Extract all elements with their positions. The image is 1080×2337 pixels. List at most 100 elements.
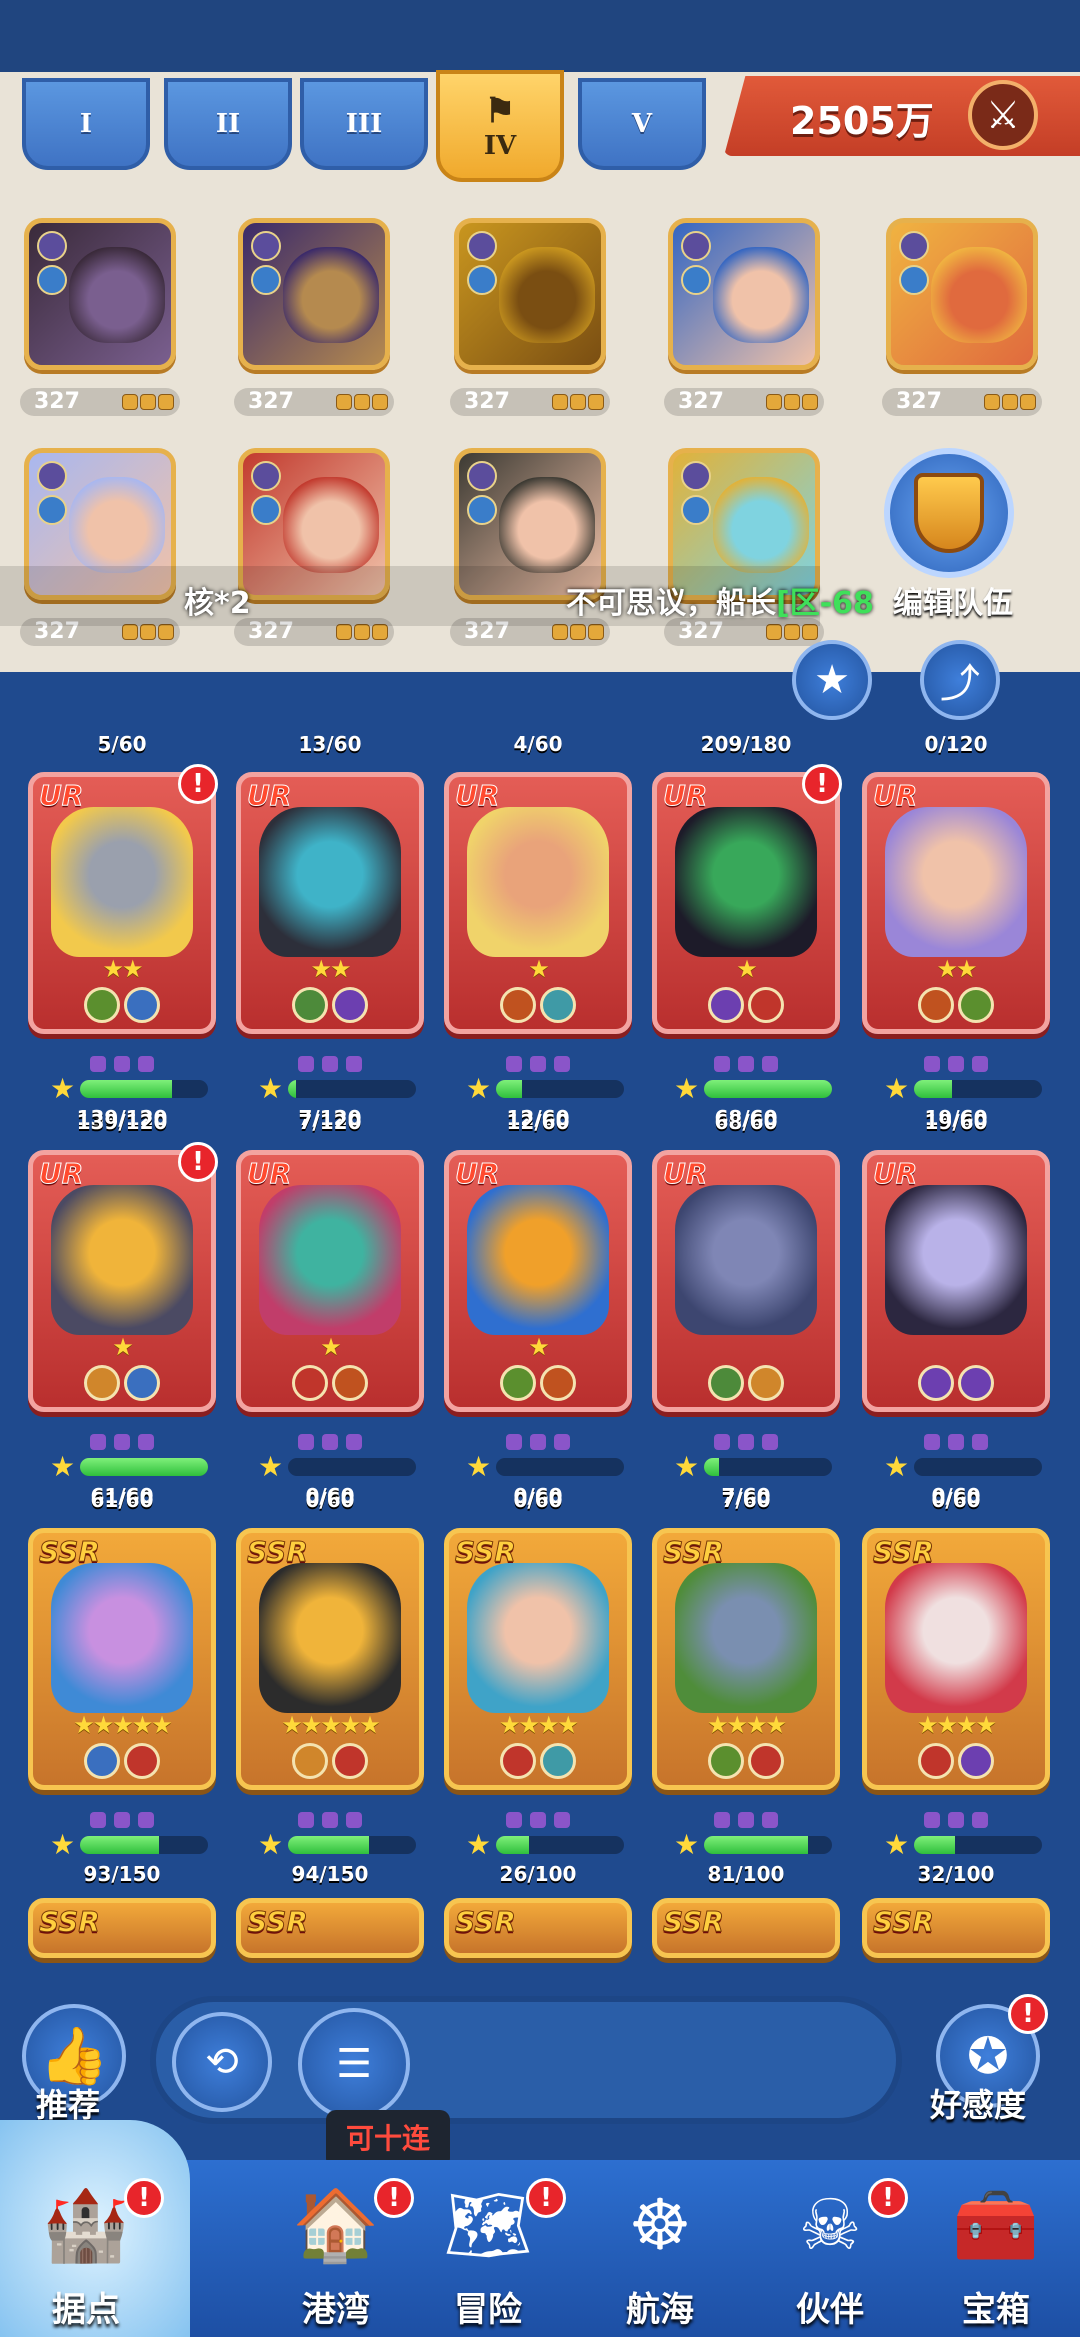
xp-progress-fill: [80, 1080, 173, 1098]
alert-badge: !: [124, 2178, 164, 2218]
tier-tab-4[interactable]: ⚑ IV: [436, 70, 564, 182]
tier-tab-1[interactable]: I: [22, 78, 150, 170]
tier-tab-5[interactable]: V: [578, 78, 706, 170]
hero-portrait: [931, 247, 1027, 343]
rank-gem: [948, 1812, 964, 1828]
rank-gems: [336, 394, 388, 410]
share-button[interactable]: ⤴: [920, 640, 1000, 720]
tier-tab-2[interactable]: II: [164, 78, 292, 170]
rank-gem: [506, 1434, 522, 1450]
hero-card[interactable]: UR ★★: [862, 772, 1050, 1034]
rarity-label: SSR: [663, 1905, 725, 1939]
element-badge-icon: [708, 1365, 744, 1401]
swap-button[interactable]: ⟲: [172, 2012, 272, 2112]
hero-card-peek[interactable]: SSR: [862, 1898, 1050, 1958]
nav-tab[interactable]: ☠ 伙伴!: [750, 2170, 910, 2330]
element-badge-icon: [332, 1365, 368, 1401]
hero-card[interactable]: UR ★: [444, 772, 632, 1034]
rank-gems: [226, 1056, 434, 1072]
xp-progress-bar: [496, 1080, 624, 1098]
rank-gems: [552, 394, 604, 410]
level-star-icon: ★: [674, 1828, 700, 1861]
rank-gem: [114, 1056, 130, 1072]
shard-count: 61/60: [90, 1488, 154, 1512]
rank-gem: [1020, 394, 1036, 410]
hero-card[interactable]: UR ★: [652, 772, 840, 1034]
hero-portrait: [499, 247, 595, 343]
hero-card[interactable]: UR: [652, 1150, 840, 1412]
hero-badges: [449, 1365, 627, 1401]
hero-card-peek[interactable]: SSR: [444, 1898, 632, 1958]
hero-card[interactable]: UR ★★: [236, 772, 424, 1034]
team-slot[interactable]: [24, 218, 176, 370]
filter-button[interactable]: ☰: [298, 2008, 410, 2120]
star-rating: ★★★★★: [73, 1711, 173, 1739]
nav-tab[interactable]: 🗺 冒险!: [408, 2170, 568, 2330]
rank-gems: [766, 624, 818, 640]
alert-badge: !: [178, 764, 218, 804]
team-slot[interactable]: [238, 218, 390, 370]
xp-progress-fill: [704, 1836, 808, 1854]
rank-gem: [372, 624, 388, 640]
nav-tab-label: 港湾: [302, 2290, 370, 2330]
hero-card[interactable]: SSR ★★★★: [652, 1528, 840, 1790]
hero-card[interactable]: UR ★: [444, 1150, 632, 1412]
hero-card-peek[interactable]: SSR: [652, 1898, 840, 1958]
shard-count: 13/60: [298, 732, 362, 756]
rank-gem: [122, 624, 138, 640]
level-star-icon: ★: [50, 1450, 76, 1483]
team-slot[interactable]: [886, 218, 1038, 370]
hero-card[interactable]: SSR ★★★★★: [236, 1528, 424, 1790]
team-slot-level: 327: [20, 388, 180, 416]
nav-tab[interactable]: 🧰 宝箱: [916, 2170, 1076, 2330]
rank-gem: [90, 1812, 106, 1828]
ticker-message-2-text: 不可思议，船长: [566, 586, 776, 621]
rank-gems: [434, 1056, 642, 1072]
hero-art: [259, 1563, 401, 1713]
hero-card[interactable]: UR ★: [28, 1150, 216, 1412]
hero-card[interactable]: SSR ★★★★: [862, 1528, 1050, 1790]
element-icon: [37, 231, 67, 261]
hero-card-peek[interactable]: SSR: [28, 1898, 216, 1958]
auto-upgrade-button[interactable]: ★: [792, 640, 872, 720]
xp-progress-bar: [704, 1458, 832, 1476]
element-icon: [681, 231, 711, 261]
shard-count: 12/60: [506, 1110, 570, 1134]
element-badge-icon: [748, 1743, 784, 1779]
element-badge-icon: [332, 1743, 368, 1779]
hero-badges: [33, 1365, 211, 1401]
rank-gem: [762, 1434, 778, 1450]
swap-icon: ⟲: [205, 2039, 239, 2085]
hero-card[interactable]: UR ★: [236, 1150, 424, 1412]
rarity-label: UR: [872, 779, 918, 813]
hero-card[interactable]: UR ★★: [28, 772, 216, 1034]
class-icon: [251, 495, 281, 525]
xp-progress-fill: [914, 1080, 953, 1098]
xp-progress-bar: [914, 1080, 1042, 1098]
team-slot[interactable]: [668, 218, 820, 370]
hero-card[interactable]: SSR ★★★★★: [28, 1528, 216, 1790]
class-icon: [467, 265, 497, 295]
team-slot[interactable]: [454, 218, 606, 370]
edit-team-button[interactable]: [884, 448, 1014, 578]
xp-progress-fill: [914, 1836, 955, 1854]
hero-portrait: [713, 477, 809, 573]
xp-progress-bar: [288, 1080, 416, 1098]
hero-card[interactable]: UR: [862, 1150, 1050, 1412]
power-value: 2505万: [790, 99, 934, 143]
level-star-icon: ★: [674, 1072, 700, 1105]
nav-tab[interactable]: ☸ 航海: [580, 2170, 740, 2330]
element-badge-icon: [708, 987, 744, 1023]
class-icon: [467, 495, 497, 525]
tier-tab-3[interactable]: III: [300, 78, 428, 170]
rank-gems: [18, 1056, 226, 1072]
nav-tab[interactable]: 🏰 据点!: [6, 2170, 166, 2330]
element-icon: [467, 461, 497, 491]
xp-progress-fill: [288, 1836, 369, 1854]
element-badge-icon: [500, 1365, 536, 1401]
nav-tab[interactable]: 🏠 港湾!: [256, 2170, 416, 2330]
hero-card-peek[interactable]: SSR: [236, 1898, 424, 1958]
element-badge-icon: [500, 987, 536, 1023]
hero-card[interactable]: SSR ★★★★: [444, 1528, 632, 1790]
element-badge-icon: [540, 987, 576, 1023]
